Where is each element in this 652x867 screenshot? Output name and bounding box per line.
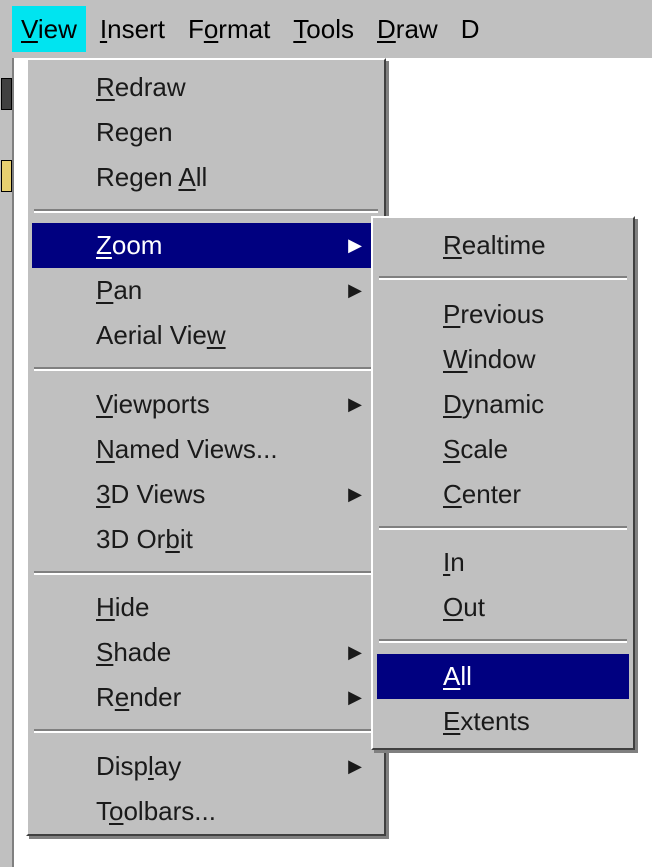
menu-item-hide[interactable]: Hide [32,585,380,630]
menu-bar: View Insert Format Tools Draw D [12,0,652,58]
menu-item-window[interactable]: Window [377,337,629,382]
menubar-tools[interactable]: Tools [284,6,363,52]
view-menu: Redraw Regen Regen All Zoom ▶ Pan ▶ Aerial… [26,58,386,836]
submenu-arrow-icon: ▶ [348,235,362,255]
menu-item-center[interactable]: Center [377,472,629,517]
submenu-arrow-icon: ▶ [348,394,362,414]
menu-item-extents[interactable]: Extents [377,699,629,744]
menubar-dimension[interactable]: D [452,6,489,52]
menu-separator [379,276,627,280]
menu-item-out[interactable]: Out [377,585,629,630]
menu-item-3d-orbit[interactable]: 3D Orbit [32,517,380,562]
menu-item-in[interactable]: In [377,540,629,585]
menu-item-aerial-view[interactable]: Aerial View [32,313,380,358]
menu-separator [379,639,627,643]
menu-separator [34,571,378,575]
menu-item-viewports[interactable]: Viewports ▶ [32,382,380,427]
submenu-arrow-icon: ▶ [348,280,362,300]
menu-item-display[interactable]: Display ▶ [32,744,380,789]
menu-separator [379,526,627,530]
menu-item-shade[interactable]: Shade ▶ [32,630,380,675]
menu-item-scale[interactable]: Scale [377,427,629,472]
toolbar-button-icon[interactable] [1,78,12,110]
submenu-arrow-icon: ▶ [348,484,362,504]
application-window-edge [0,0,14,867]
menu-separator [34,209,378,213]
menubar-insert[interactable]: Insert [91,6,174,52]
menu-item-named-views[interactable]: Named Views... [32,427,380,472]
menu-item-3d-views[interactable]: 3D Views ▶ [32,472,380,517]
menu-item-render[interactable]: Render ▶ [32,675,380,720]
zoom-submenu: Realtime Previous Window Dynamic Scale C… [371,216,635,750]
menu-item-toolbars[interactable]: Toolbars... [32,789,380,834]
menu-item-dynamic[interactable]: Dynamic [377,382,629,427]
menubar-draw[interactable]: Draw [368,6,447,52]
menu-item-zoom[interactable]: Zoom ▶ [32,223,380,268]
submenu-arrow-icon: ▶ [348,642,362,662]
submenu-arrow-icon: ▶ [348,687,362,707]
menu-item-realtime[interactable]: Realtime [377,223,629,268]
menu-item-redraw[interactable]: Redraw [32,65,380,110]
toolbar-button-icon[interactable] [1,160,12,192]
menu-item-regen-all[interactable]: Regen All [32,155,380,200]
submenu-arrow-icon: ▶ [348,756,362,776]
menu-item-previous[interactable]: Previous [377,292,629,337]
menu-item-pan[interactable]: Pan ▶ [32,268,380,313]
menu-separator [34,367,378,371]
menubar-view[interactable]: View [12,6,86,52]
menu-item-all[interactable]: All [377,654,629,699]
menubar-format[interactable]: Format [179,6,279,52]
menu-separator [34,729,378,733]
menu-item-regen[interactable]: Regen [32,110,380,155]
